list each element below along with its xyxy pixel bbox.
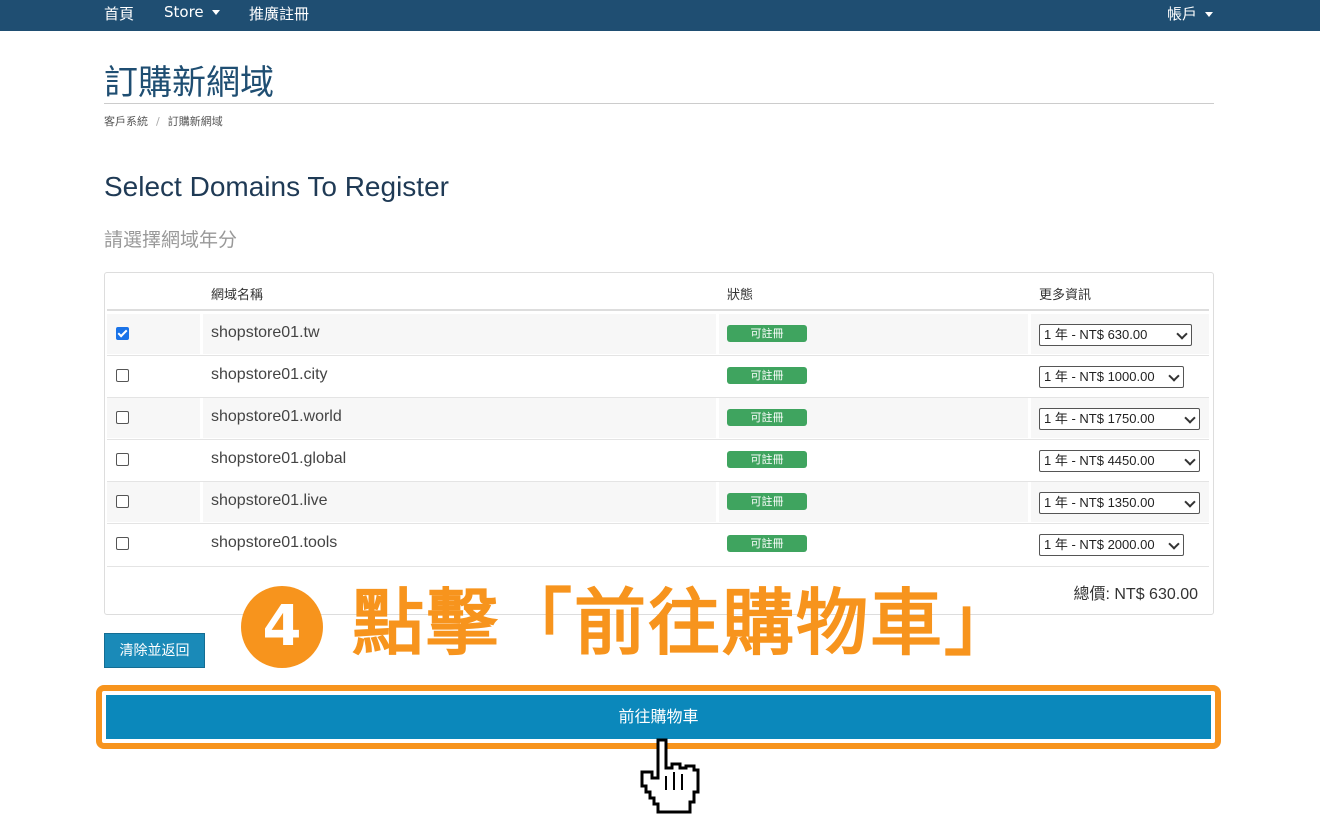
chevron-down-icon: [1184, 412, 1196, 424]
page-title: 訂購新網域: [104, 63, 274, 103]
header-divider: [107, 309, 1209, 311]
period-select[interactable]: 1 年 - NT$ 1000.00: [1039, 366, 1184, 388]
breadcrumb-item-current: 訂購新網域: [167, 115, 223, 128]
instruction-callout: 點擊「前往購物車」: [352, 581, 1019, 665]
table-row: shopstore01.tw 可註冊 1 年 - NT$ 630.00: [107, 314, 1209, 354]
domain-name: shopstore01.tools: [211, 534, 338, 551]
row-checkbox[interactable]: [116, 411, 129, 424]
column-header-info: 更多資訊: [1039, 288, 1092, 303]
chevron-down-icon: [1176, 328, 1188, 340]
status-badge: 可註冊: [727, 325, 807, 342]
row-checkbox[interactable]: [116, 495, 129, 508]
status-badge: 可註冊: [727, 451, 807, 468]
row-checkbox[interactable]: [116, 327, 129, 340]
period-select[interactable]: 1 年 - NT$ 1350.00: [1039, 492, 1200, 514]
period-select[interactable]: 1 年 - NT$ 630.00: [1039, 324, 1192, 346]
chevron-down-icon: [1168, 370, 1180, 382]
step-number-badge: 4: [241, 586, 323, 668]
row-divider: [107, 566, 1209, 567]
chevron-down-icon: [1184, 454, 1196, 466]
clear-and-back-button[interactable]: 清除並返回: [104, 633, 205, 668]
total-price: 總價: NT$ 630.00: [1073, 586, 1198, 603]
chevron-down-icon: [1168, 538, 1180, 550]
status-badge: 可註冊: [727, 409, 807, 426]
period-select[interactable]: 1 年 - NT$ 2000.00: [1039, 534, 1184, 556]
caret-down-icon: [1205, 12, 1214, 17]
period-select[interactable]: 1 年 - NT$ 1750.00: [1039, 408, 1200, 430]
status-badge: 可註冊: [727, 535, 807, 552]
period-select[interactable]: 1 年 - NT$ 4450.00: [1039, 450, 1200, 472]
column-header-domain: 網域名稱: [211, 288, 264, 303]
table-row: shopstore01.global 可註冊 1 年 - NT$ 4450.00: [107, 440, 1209, 480]
domain-name: shopstore01.world: [211, 408, 342, 425]
table-row: shopstore01.tools 可註冊 1 年 - NT$ 2000.00: [107, 524, 1209, 564]
nav-home[interactable]: 首頁: [104, 3, 134, 24]
nav-store-label: Store: [164, 3, 204, 21]
nav-account-label: 帳戶: [1167, 5, 1198, 23]
breadcrumb-separator: /: [156, 115, 160, 128]
section-subtitle: 請選擇網域年分: [104, 229, 238, 251]
period-select-value: 1 年 - NT$ 2000.00: [1044, 537, 1155, 552]
table-row: shopstore01.city 可註冊 1 年 - NT$ 1000.00: [107, 356, 1209, 396]
breadcrumb: 客戶系統 / 訂購新網域: [104, 113, 223, 129]
table-row: shopstore01.world 可註冊 1 年 - NT$ 1750.00: [107, 398, 1209, 438]
row-checkbox[interactable]: [116, 369, 129, 382]
period-select-value: 1 年 - NT$ 4450.00: [1044, 453, 1155, 468]
chevron-down-icon: [1184, 496, 1196, 508]
nav-account-dropdown[interactable]: 帳戶: [1167, 3, 1214, 24]
period-select-value: 1 年 - NT$ 1750.00: [1044, 411, 1155, 426]
column-header-status: 狀態: [727, 288, 754, 303]
breadcrumb-item-client[interactable]: 客戶系統: [104, 115, 148, 128]
title-divider: [104, 103, 1214, 104]
hand-pointer-icon: [640, 738, 700, 814]
section-title: Select Domains To Register: [104, 171, 449, 202]
period-select-value: 1 年 - NT$ 1000.00: [1044, 369, 1155, 384]
domain-name: shopstore01.live: [211, 492, 328, 509]
period-select-value: 1 年 - NT$ 1350.00: [1044, 495, 1155, 510]
table-row: shopstore01.live 可註冊 1 年 - NT$ 1350.00: [107, 482, 1209, 522]
domain-name: shopstore01.global: [211, 450, 347, 467]
status-badge: 可註冊: [727, 367, 807, 384]
period-select-value: 1 年 - NT$ 630.00: [1044, 327, 1148, 342]
nav-store-dropdown[interactable]: Store: [164, 3, 220, 21]
nav-promo[interactable]: 推廣註冊: [249, 3, 309, 24]
row-checkbox[interactable]: [116, 537, 129, 550]
row-checkbox[interactable]: [116, 453, 129, 466]
status-badge: 可註冊: [727, 493, 807, 510]
top-navbar: 首頁 Store 推廣註冊 帳戶: [0, 0, 1320, 31]
domain-name: shopstore01.tw: [211, 324, 320, 341]
domain-name: shopstore01.city: [211, 366, 328, 383]
caret-down-icon: [211, 10, 220, 15]
